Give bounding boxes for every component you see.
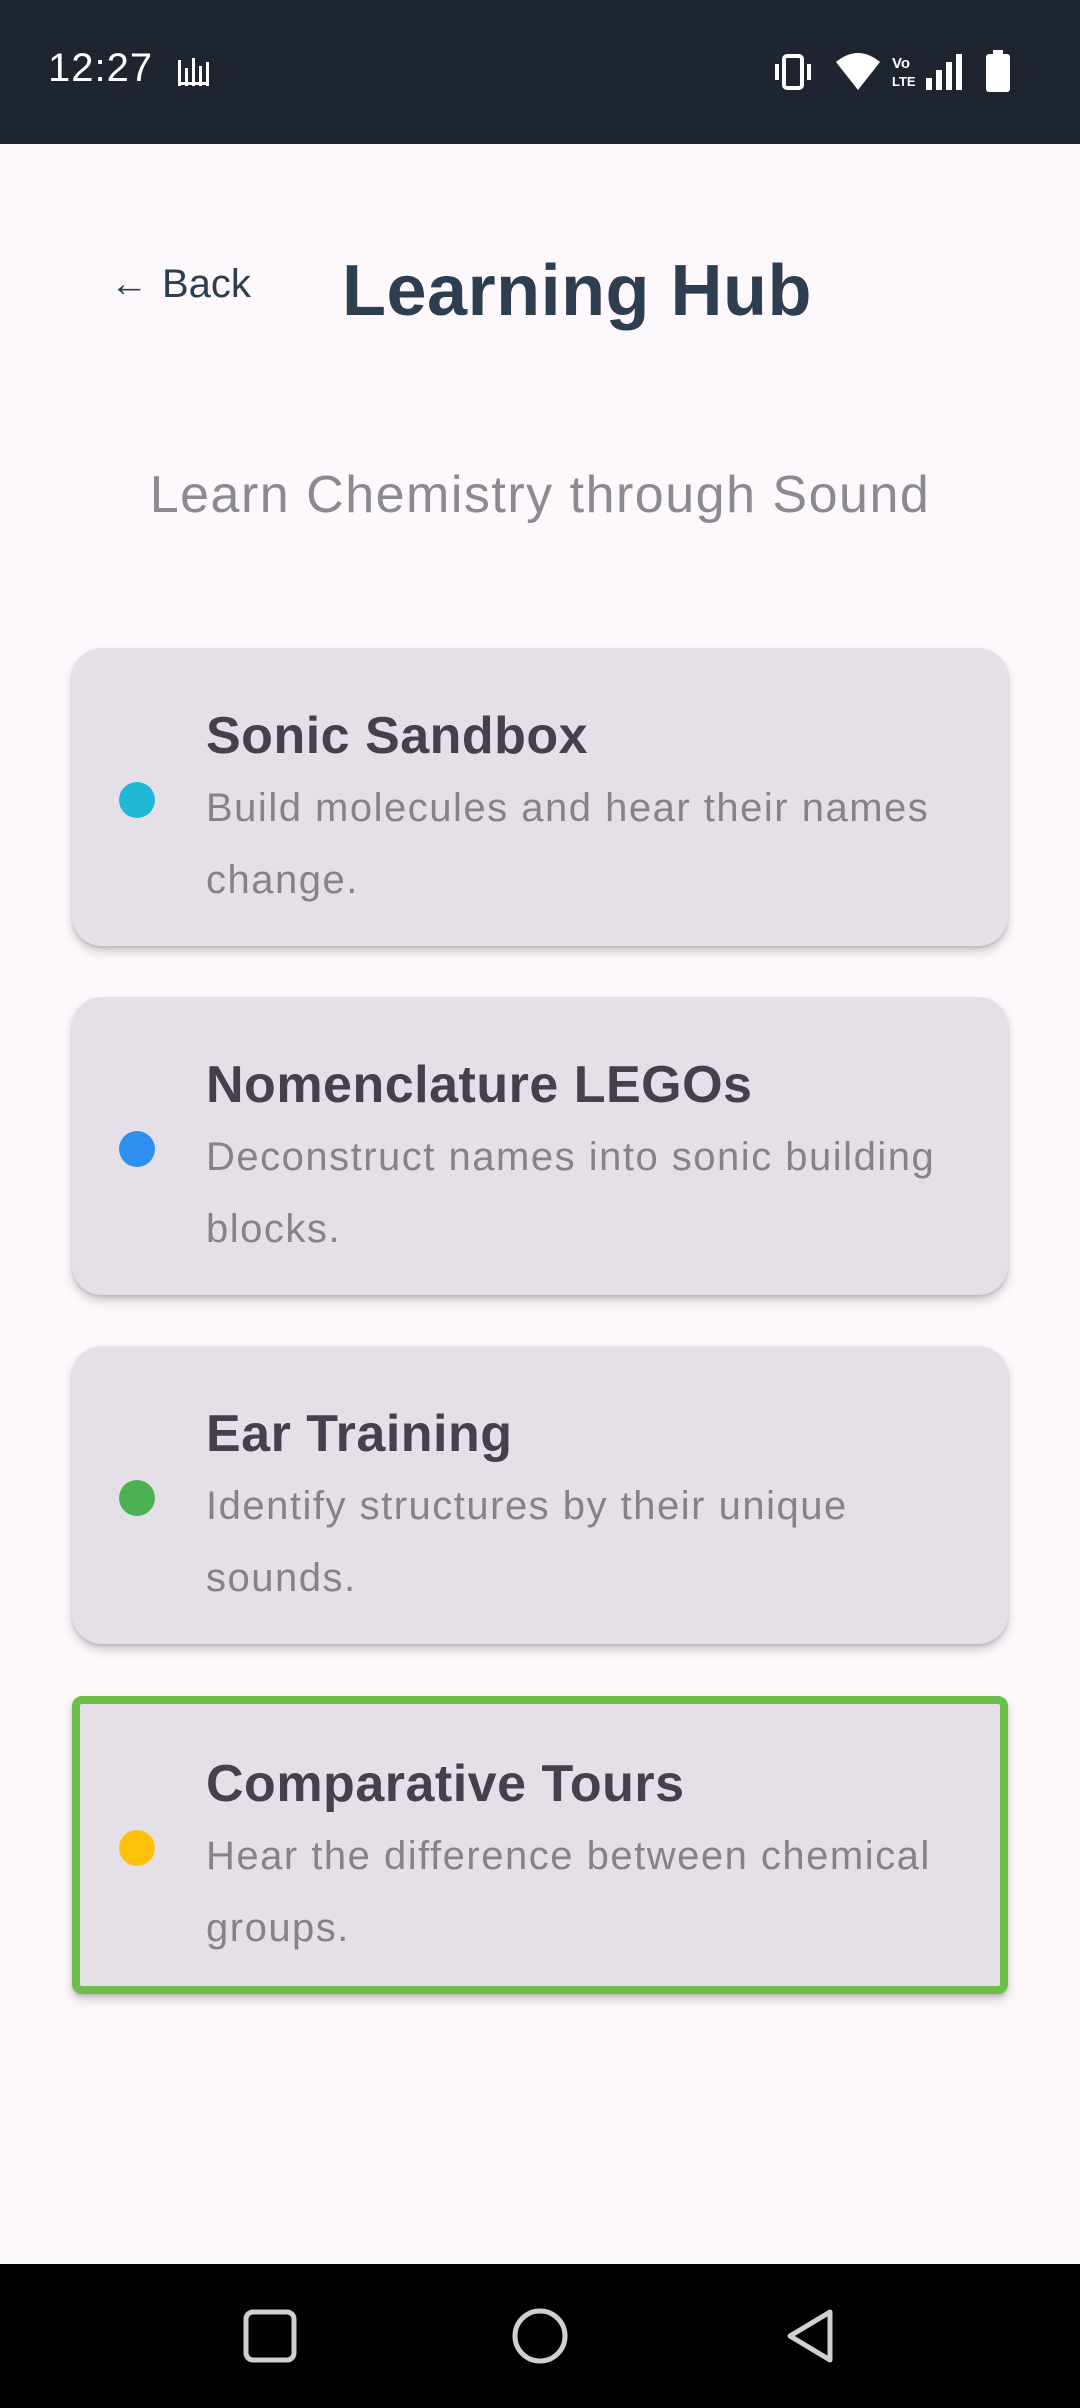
status-icons: Vo LTE: [772, 50, 1032, 94]
card-description: Identify structures by their unique soun…: [206, 1484, 848, 1600]
status-bar: 12:27 Vo LTE: [0, 0, 1080, 144]
back-button[interactable]: ← Back: [110, 262, 251, 307]
status-time: 12:27: [48, 46, 154, 90]
vibrate-icon: [775, 54, 811, 90]
svg-text:LTE: LTE: [892, 74, 916, 89]
card-description: Deconstruct names into sonic building bl…: [206, 1135, 936, 1251]
battery-icon: [986, 50, 1010, 92]
module-card-comparative-tours[interactable]: Comparative Tours Hear the difference be…: [72, 1696, 1008, 1994]
home-circle-icon[interactable]: [510, 2306, 570, 2366]
module-card-ear-training[interactable]: Ear Training Identify structures by thei…: [72, 1346, 1008, 1644]
module-card-sonic-sandbox[interactable]: Sonic Sandbox Build molecules and hear t…: [72, 648, 1008, 946]
status-dot-icon: [119, 782, 155, 818]
navigation-bar: [0, 2264, 1080, 2408]
page-title: Learning Hub: [342, 251, 812, 331]
status-dot-icon: [119, 1830, 155, 1866]
learning-hub-screen: 12:27 Vo LTE ← Back Learning Hub Learn C…: [0, 0, 1080, 2408]
status-dot-icon: [119, 1131, 155, 1167]
wifi-icon: [836, 53, 880, 90]
back-arrow-icon: ←: [110, 263, 148, 305]
card-description: Hear the difference between chemical gro…: [206, 1834, 931, 1950]
page-subtitle: Learn Chemistry through Sound: [149, 466, 931, 524]
module-card-nomenclature-legos[interactable]: Nomenclature LEGOs Deconstruct names int…: [72, 997, 1008, 1295]
card-title: Ear Training: [206, 1405, 513, 1463]
back-label: Back: [162, 262, 251, 306]
card-description: Build molecules and hear their names cha…: [206, 786, 930, 902]
card-title: Sonic Sandbox: [206, 707, 589, 765]
status-dot-icon: [119, 1480, 155, 1516]
signal-icon: [926, 54, 962, 90]
back-triangle-icon[interactable]: [780, 2306, 840, 2366]
card-title: Comparative Tours: [206, 1755, 685, 1813]
volte-icon: Vo LTE: [892, 55, 916, 89]
card-title: Nomenclature LEGOs: [206, 1056, 753, 1114]
recents-square-icon[interactable]: [240, 2306, 300, 2366]
sound-bars-icon: [178, 58, 209, 86]
svg-text:Vo: Vo: [892, 55, 910, 72]
